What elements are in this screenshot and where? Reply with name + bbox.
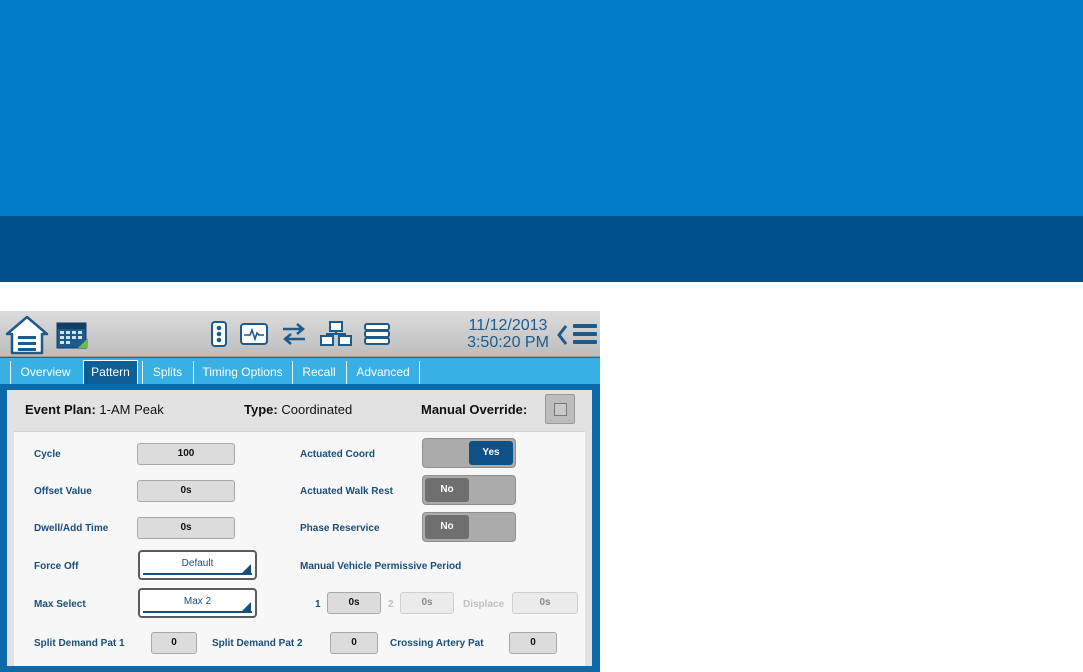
pattern-form: Cycle 100 Offset Value 0s Dwell/Add Time… xyxy=(14,431,585,666)
plan-type: Type: Coordinated xyxy=(244,402,353,417)
tab-splits[interactable]: Splits xyxy=(142,361,192,384)
permissive-2-label: 2 xyxy=(388,599,394,610)
split-demand-pat-2-field[interactable]: 0 xyxy=(330,632,378,654)
database-icon[interactable] xyxy=(364,323,390,345)
force-off-select[interactable]: Default xyxy=(138,550,257,580)
split-demand-pat-2-label: Split Demand Pat 2 xyxy=(212,638,303,649)
tab-pattern[interactable]: Pattern xyxy=(83,360,138,384)
header-banner-strip xyxy=(0,216,1083,282)
calendar-icon[interactable] xyxy=(56,320,89,350)
manual-override-label: Manual Override: xyxy=(421,402,528,417)
plan-type-value: Coordinated xyxy=(281,402,353,417)
offset-value-label: Offset Value xyxy=(34,486,92,497)
manual-vehicle-permissive-period-label: Manual Vehicle Permissive Period xyxy=(300,561,462,572)
force-off-label: Force Off xyxy=(34,561,79,572)
cycle-label: Cycle xyxy=(34,449,61,460)
dropdown-arrow-icon xyxy=(241,602,251,612)
home-icon[interactable] xyxy=(5,315,49,355)
tab-bar: Overview Pattern Splits Timing Options R… xyxy=(0,358,600,384)
crossing-artery-pat-field[interactable]: 0 xyxy=(509,632,557,654)
date-time-display: 11/12/2013 3:50:20 PM xyxy=(458,317,558,351)
dwell-add-time-field[interactable]: 0s xyxy=(137,517,235,539)
permissive-1-label: 1 xyxy=(315,599,321,610)
top-toolbar: 11/12/2013 3:50:20 PM xyxy=(0,311,600,357)
actuated-walk-rest-toggle[interactable]: No xyxy=(422,475,516,505)
current-date: 11/12/2013 xyxy=(468,317,548,334)
pattern-content: Event Plan: 1-AM Peak Type: Coordinated … xyxy=(7,390,592,666)
phase-reservice-label: Phase Reservice xyxy=(300,523,380,534)
max-select-label: Max Select xyxy=(34,599,86,610)
controller-window: 11/12/2013 3:50:20 PM Overview Pattern S… xyxy=(0,311,600,672)
permissive-2-field[interactable]: 0s xyxy=(400,592,454,614)
tab-recall[interactable]: Recall xyxy=(292,361,345,384)
actuated-walk-rest-label: Actuated Walk Rest xyxy=(300,486,393,497)
actuated-coord-label: Actuated Coord xyxy=(300,449,375,460)
split-demand-pat-1-label: Split Demand Pat 1 xyxy=(34,638,125,649)
displace-field[interactable]: 0s xyxy=(512,592,578,614)
split-demand-pat-1-field[interactable]: 0 xyxy=(151,632,197,654)
event-plan-value: 1-AM Peak xyxy=(99,402,164,417)
displace-label: Displace xyxy=(463,599,505,610)
tab-timing-options[interactable]: Timing Options xyxy=(193,361,291,384)
tab-advanced[interactable]: Advanced xyxy=(346,361,420,384)
current-time: 3:50:20 PM xyxy=(467,334,549,351)
cycle-field[interactable]: 100 xyxy=(137,443,235,465)
tab-overview[interactable]: Overview xyxy=(10,361,80,384)
event-plan: Event Plan: 1-AM Peak xyxy=(25,402,164,417)
phase-reservice-toggle[interactable]: No xyxy=(422,512,516,542)
dwell-add-time-label: Dwell/Add Time xyxy=(34,523,109,534)
transfer-icon[interactable] xyxy=(280,322,308,346)
actuated-coord-toggle[interactable]: Yes xyxy=(422,438,516,468)
network-icon[interactable] xyxy=(320,321,352,347)
traffic-signal-icon[interactable] xyxy=(211,321,227,347)
manual-override-checkbox[interactable] xyxy=(545,394,575,424)
max-select-select[interactable]: Max 2 xyxy=(138,588,257,618)
dropdown-arrow-icon xyxy=(241,564,251,574)
header-banner xyxy=(0,0,1083,216)
monitor-icon[interactable] xyxy=(240,323,268,345)
offset-value-field[interactable]: 0s xyxy=(137,480,235,502)
menu-icon[interactable] xyxy=(573,323,597,345)
permissive-1-field[interactable]: 0s xyxy=(327,592,381,614)
back-chevron-icon[interactable] xyxy=(556,324,568,346)
crossing-artery-pat-label: Crossing Artery Pat xyxy=(390,638,484,649)
